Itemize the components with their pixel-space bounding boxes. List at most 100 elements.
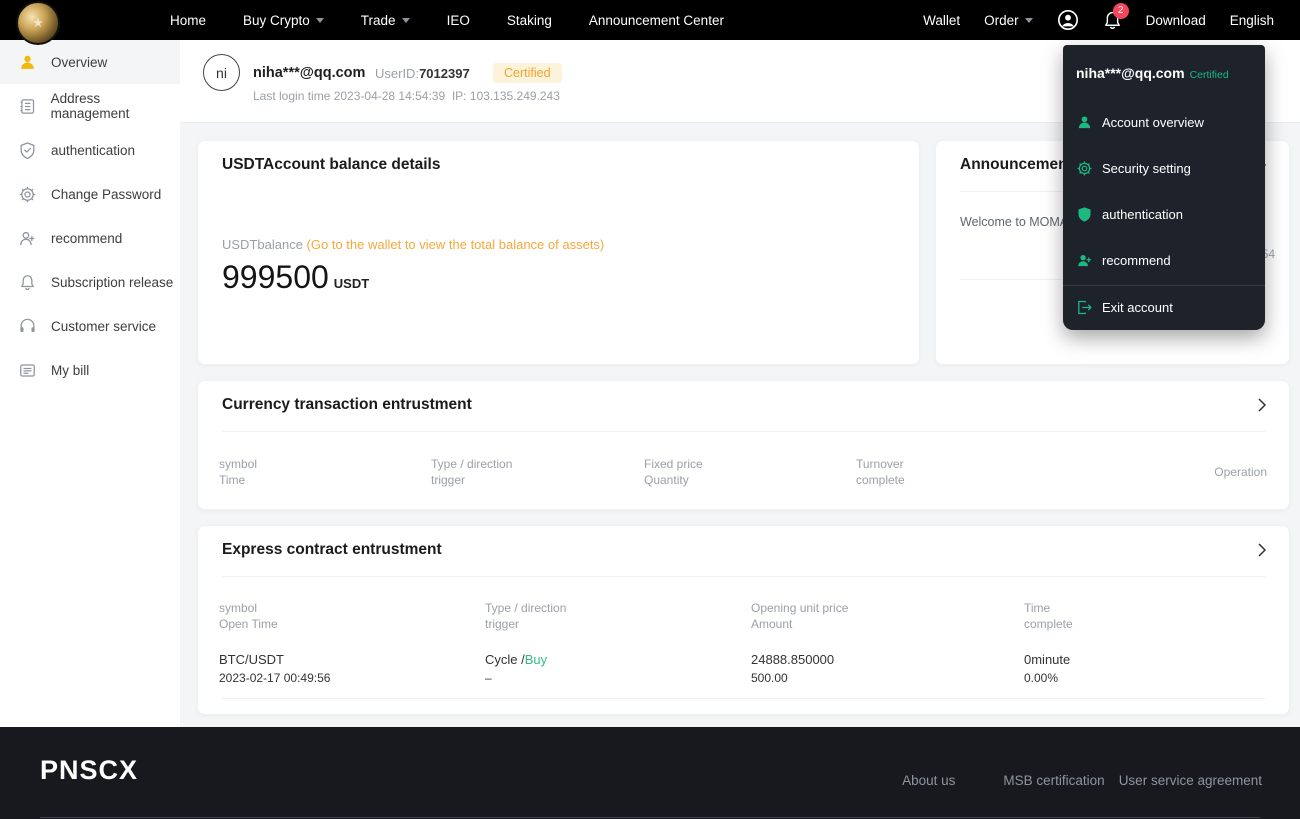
- sidebar-item-change-password[interactable]: Change Password: [0, 172, 180, 216]
- sidebar-item-my-bill[interactable]: My bill: [0, 348, 180, 392]
- user-email: niha***@qq.com: [253, 65, 365, 81]
- chevron-down-icon: [316, 18, 324, 23]
- nav-ieo-label: IEO: [447, 13, 470, 28]
- sidebar-item-authentication[interactable]: authentication: [0, 128, 180, 172]
- table-row-cell-time: 0minute0.00%: [1024, 651, 1070, 687]
- logo-circle-icon: ★: [16, 1, 60, 45]
- nav-download-label: Download: [1146, 13, 1206, 28]
- user-id: UserID:7012397: [375, 66, 470, 81]
- account-dropdown-menu: niha***@qq.comCertified Account overview…: [1063, 45, 1265, 330]
- notifications-button[interactable]: 2: [1103, 10, 1122, 31]
- chevron-down-icon: [1025, 18, 1033, 23]
- nav-staking[interactable]: Staking: [507, 13, 552, 28]
- nav-download[interactable]: Download: [1146, 13, 1206, 28]
- sidebar-item-label: Overview: [51, 55, 107, 70]
- nav-buy-crypto[interactable]: Buy Crypto: [243, 13, 324, 28]
- col-header: Type / directiontrigger: [485, 600, 566, 632]
- footer-links: About us MSB certification User service …: [902, 773, 1262, 788]
- address-list-icon: [18, 97, 37, 116]
- user-icon: [18, 53, 37, 72]
- avatar[interactable]: ni: [203, 54, 240, 91]
- nav-trade-label: Trade: [361, 13, 396, 28]
- nav-announcement-center-label: Announcement Center: [589, 13, 724, 28]
- col-header-operation: Operation: [1214, 464, 1267, 480]
- sidebar: Overview Address management authenticati…: [0, 40, 180, 727]
- col-header: Timecomplete: [1024, 600, 1073, 632]
- notification-badge: 2: [1113, 3, 1129, 19]
- chevron-right-icon: [1257, 542, 1267, 558]
- express-entrustment-card: Express contract entrustment symbolOpen …: [197, 525, 1290, 715]
- chevron-right-icon: [1257, 397, 1267, 413]
- express-more-button[interactable]: [1257, 542, 1267, 558]
- last-login-line: Last login time 2023-04-28 14:54:39 IP: …: [253, 89, 560, 103]
- balance-card-title: USDTAccount balance details: [222, 156, 440, 174]
- user-plus-icon: [1076, 252, 1093, 269]
- nav-announcement-center[interactable]: Announcement Center: [589, 13, 724, 28]
- brand-logo[interactable]: ★: [16, 1, 62, 47]
- dropdown-email: niha***@qq.com: [1076, 65, 1185, 81]
- menu-item-account-overview[interactable]: Account overview: [1076, 112, 1204, 132]
- menu-item-label: Account overview: [1102, 115, 1204, 130]
- balance-label-line: USDTbalance (Go to the wallet to view th…: [222, 237, 604, 252]
- col-header: Type / directiontrigger: [431, 456, 512, 488]
- account-avatar-button[interactable]: [1057, 9, 1079, 31]
- nav-home-label: Home: [170, 13, 206, 28]
- nav-ieo[interactable]: IEO: [447, 13, 470, 28]
- balance-card: USDTAccount balance details USDTbalance …: [197, 140, 920, 365]
- table-row-cell-type: Cycle /Buy–: [485, 651, 547, 687]
- chevron-down-icon: [402, 18, 410, 23]
- login-ip: IP: 103.135.249.243: [452, 89, 560, 103]
- footer-link-msb-certification[interactable]: MSB certification: [1003, 773, 1104, 788]
- gear-icon: [1076, 160, 1093, 177]
- balance-label: USDTbalance: [222, 237, 307, 252]
- sidebar-item-subscription-release[interactable]: Subscription release: [0, 260, 180, 304]
- footer-link-user-service-agreement[interactable]: User service agreement: [1119, 773, 1262, 788]
- bell-icon: [18, 273, 37, 292]
- menu-item-security-setting[interactable]: Security setting: [1076, 158, 1191, 178]
- footer-link-about-us[interactable]: About us: [902, 773, 955, 788]
- divider: [222, 431, 1265, 432]
- currency-more-button[interactable]: [1257, 397, 1267, 413]
- sidebar-item-label: Address management: [51, 91, 180, 121]
- divider: [40, 817, 1260, 818]
- menu-item-label: Exit account: [1102, 300, 1173, 315]
- sidebar-item-label: Subscription release: [51, 275, 173, 290]
- shield-icon: [1076, 206, 1093, 223]
- nav-order-label: Order: [984, 13, 1019, 28]
- user-id-label: UserID:: [375, 66, 419, 81]
- table-row-cell-price: 24888.850000500.00: [751, 651, 834, 687]
- shield-check-icon: [18, 141, 37, 160]
- bill-icon: [18, 361, 37, 380]
- col-header: Fixed priceQuantity: [644, 456, 703, 488]
- user-icon: [1076, 114, 1093, 131]
- footer-brand: PNSCX: [40, 755, 138, 786]
- currency-card-title: Currency transaction entrustment: [222, 396, 472, 414]
- sidebar-item-label: recommend: [51, 231, 122, 246]
- nav-order[interactable]: Order: [984, 13, 1033, 28]
- menu-item-recommend[interactable]: recommend: [1076, 250, 1171, 270]
- menu-item-exit-account[interactable]: Exit account: [1076, 297, 1173, 317]
- sidebar-item-address-management[interactable]: Address management: [0, 84, 180, 128]
- menu-item-authentication[interactable]: authentication: [1076, 204, 1183, 224]
- wallet-link[interactable]: (Go to the wallet to view the total bala…: [307, 237, 605, 252]
- announcement-item[interactable]: Welcome to MOMA: [960, 215, 1068, 229]
- nav-trade[interactable]: Trade: [361, 13, 410, 28]
- balance-currency: USDT: [334, 276, 369, 291]
- col-header: Opening unit priceAmount: [751, 600, 848, 632]
- last-login-time: Last login time 2023-04-28 14:54:39: [253, 89, 445, 103]
- user-id-value: 7012397: [419, 66, 470, 81]
- table-row-cell-symbol: BTC/USDT2023-02-17 00:49:56: [219, 651, 330, 687]
- gear-icon: [18, 185, 37, 204]
- sidebar-item-label: Change Password: [51, 187, 161, 202]
- nav-right: Wallet Order 2 Download English: [923, 0, 1274, 40]
- sidebar-item-label: authentication: [51, 143, 135, 158]
- sidebar-item-customer-service[interactable]: Customer service: [0, 304, 180, 348]
- sidebar-item-recommend[interactable]: recommend: [0, 216, 180, 260]
- nav-home[interactable]: Home: [170, 13, 206, 28]
- logout-icon: [1076, 299, 1093, 316]
- nav-wallet[interactable]: Wallet: [923, 13, 960, 28]
- nav-staking-label: Staking: [507, 13, 552, 28]
- divider: [1063, 285, 1265, 286]
- language-selector[interactable]: English: [1230, 13, 1274, 28]
- divider: [222, 698, 1265, 699]
